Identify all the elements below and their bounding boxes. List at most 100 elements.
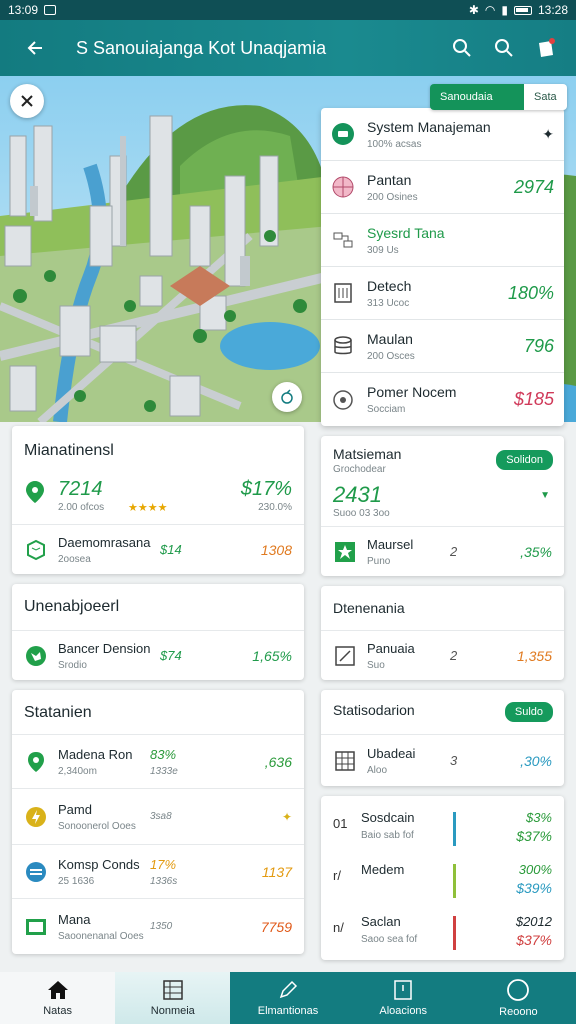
statisodarion-card: Statisodarion Suldo Ubadeai Aloo 3 ,30% bbox=[321, 690, 564, 786]
matsieman-big-value: 2431 bbox=[333, 482, 382, 507]
list-item-value: 1137 bbox=[261, 863, 292, 880]
management-right-value: $17% bbox=[240, 478, 292, 500]
list-item-sub: 2oosea bbox=[58, 553, 91, 565]
search-button[interactable] bbox=[444, 30, 480, 66]
rank-label: Medem bbox=[361, 862, 405, 877]
list-item-sub: 2,340om bbox=[58, 765, 97, 777]
system-panel-header[interactable]: System Manajeman 100% acsas ✦ bbox=[321, 108, 564, 161]
list-item[interactable]: Daemomrasana 2oosea $14 1308 bbox=[12, 524, 304, 574]
matsieman-pill-button[interactable]: Solidon bbox=[496, 450, 553, 470]
system-panel-subtitle: 100% acsas bbox=[367, 138, 422, 150]
panel-item-value: 180% bbox=[507, 282, 554, 303]
list-item-mid: $74 bbox=[160, 648, 182, 663]
nav-item-home[interactable]: Natas bbox=[0, 972, 116, 1024]
panel-item-pantan[interactable]: Pantan 200 Osines 2974 bbox=[321, 161, 564, 214]
globe-pin-icon bbox=[24, 644, 48, 668]
list-item[interactable]: Pamd Sonoonerol Ooes 3sa8 ✦ bbox=[12, 788, 304, 844]
pin-icon[interactable]: ✦ bbox=[542, 126, 554, 143]
nav-item-reoono[interactable]: Reoono bbox=[460, 972, 576, 1024]
edit-square-icon bbox=[333, 644, 357, 668]
nav-item-nonmeia[interactable]: Nonmeia bbox=[115, 972, 231, 1024]
rank-sub: Baio sab fof bbox=[361, 830, 414, 841]
list-item-mid: 83% bbox=[150, 746, 177, 762]
rank-sub: Saoo sea fof bbox=[361, 934, 418, 945]
panel-item-value: $185 bbox=[513, 389, 554, 409]
system-panel: System Manajeman 100% acsas ✦ Pantan 200… bbox=[321, 108, 564, 426]
list-item-mid: 2 bbox=[450, 544, 458, 559]
back-button[interactable] bbox=[18, 30, 54, 66]
system-logo-icon bbox=[331, 122, 355, 146]
list-item[interactable]: Bancer Dension Srodio $74 1,65% bbox=[12, 630, 304, 680]
matsieman-card: Matsieman Grochodear Solidon 2431 ▼ Suoo… bbox=[321, 436, 564, 576]
panel-item-maulan[interactable]: Maulan 200 Osces 796 bbox=[321, 320, 564, 373]
statisodarion-card-title: Statisodarion bbox=[333, 702, 415, 718]
list-item-value: 1,355 bbox=[516, 647, 552, 664]
list-item[interactable]: Madena Ron 2,340om 83% 1333e ,636 bbox=[12, 734, 304, 788]
statanien-card-title: Statanien bbox=[24, 704, 92, 721]
nav-item-label: Natas bbox=[43, 1005, 72, 1017]
panel-item-pomer[interactable]: Pomer Nocem Socciam $185 bbox=[321, 373, 564, 426]
rank-value-secondary: $37% bbox=[516, 932, 552, 948]
matsieman-card-title: Matsieman bbox=[333, 446, 402, 462]
database-icon bbox=[331, 334, 355, 358]
list-item-sub: Saoonenanal Ooes bbox=[58, 930, 144, 942]
rank-value-primary: $3% bbox=[525, 810, 552, 825]
nav-item-aloacions[interactable]: Aloacions bbox=[345, 972, 461, 1024]
list-item[interactable]: Maursel Puno 2 ,35% bbox=[321, 526, 564, 576]
rank-row[interactable]: r/Medem 300% $39% bbox=[321, 854, 564, 906]
circle-icon bbox=[507, 979, 530, 1001]
list-item[interactable]: Mana Saoonenanal Ooes 1350 7759 bbox=[12, 898, 304, 954]
management-summary[interactable]: 7214 2.00 ofcos ★★★★ $17% 230.0% bbox=[24, 476, 292, 520]
list-item[interactable]: Komsp Conds 25 1636 17% 1336s 1137 bbox=[12, 844, 304, 898]
chevron-down-icon[interactable]: ▼ bbox=[540, 490, 550, 501]
rank-row[interactable]: n/Saclan Saoo sea fof $2012 $37% bbox=[321, 906, 564, 958]
search-button-2[interactable] bbox=[486, 30, 522, 66]
list-item-value: ,636 bbox=[264, 753, 292, 770]
panel-item-detech[interactable]: Detech 313 Ucoc 180% bbox=[321, 267, 564, 320]
notebook-icon bbox=[539, 38, 555, 57]
home-icon bbox=[47, 981, 68, 999]
management-card: Mianatinensl 7214 2.00 ofcos ★★★★ $17% 2… bbox=[12, 426, 304, 574]
list-item[interactable]: Ubadeai Aloo 3 ,30% bbox=[321, 734, 564, 786]
panel-item-label: Detech bbox=[367, 277, 412, 294]
rank-value-primary: 300% bbox=[518, 862, 552, 877]
list-item-mid-sub: 1336s bbox=[150, 875, 178, 887]
panel-item-sub: 200 Osces bbox=[367, 350, 415, 362]
rank-value-primary: $2012 bbox=[515, 914, 552, 929]
search-icon bbox=[453, 39, 471, 57]
monitor-icon bbox=[24, 915, 48, 939]
rank-bar bbox=[453, 916, 456, 950]
toggle-option-secondary[interactable]: Sata bbox=[524, 84, 567, 110]
document-icon bbox=[394, 980, 412, 1000]
app-bar: S Sanouiajanga Kot Unaqjamia bbox=[0, 20, 576, 76]
matsieman-big-sub: Suoo 03 3oo bbox=[333, 508, 390, 519]
list-item-mid-sub: 1350 bbox=[150, 921, 173, 932]
map-locate-button[interactable] bbox=[272, 382, 302, 412]
rank-bar bbox=[453, 812, 456, 846]
toggle-option-primary[interactable]: Sanoudaia bbox=[430, 84, 524, 110]
nav-item-elmantionas[interactable]: Elmantionas bbox=[230, 972, 346, 1024]
rank-row[interactable]: 01 Sosdcain Baio sab fof $3% $37% bbox=[321, 802, 564, 854]
nav-item-label: Elmantionas bbox=[257, 1005, 319, 1017]
list-item-value: 7759 bbox=[260, 918, 292, 935]
cube-icon bbox=[24, 538, 48, 562]
panel-item-label: Pomer Nocem bbox=[367, 384, 457, 400]
list-item-label: Bancer Dension bbox=[58, 640, 151, 656]
notes-button[interactable] bbox=[528, 30, 564, 66]
list-item-value: ,30% bbox=[520, 752, 552, 769]
list-item-mid: 17% bbox=[150, 856, 177, 872]
panel-item-syesrd[interactable]: Syesrd Tana 309 Us bbox=[321, 214, 564, 267]
management-value-sub: 2.00 ofcos bbox=[58, 502, 105, 513]
rank-label: Sosdcain bbox=[361, 810, 415, 825]
list-item-sub: Aloo bbox=[367, 764, 388, 776]
management-card-title: Mianatinensl bbox=[24, 442, 114, 459]
list-item[interactable]: Panuaia Suo 2 1,355 bbox=[321, 630, 564, 680]
list-item-label: Mana bbox=[58, 911, 91, 927]
list-item-sub: Puno bbox=[367, 555, 391, 567]
rank-bar bbox=[453, 864, 456, 898]
list-item-sub: Sonoonerol Ooes bbox=[58, 820, 136, 832]
unenab-card-title: Unenabjoeerl bbox=[24, 598, 120, 615]
close-button[interactable] bbox=[10, 84, 44, 118]
panel-item-sub: 200 Osines bbox=[367, 191, 418, 203]
statisodarion-pill-button[interactable]: Suldo bbox=[504, 702, 553, 722]
